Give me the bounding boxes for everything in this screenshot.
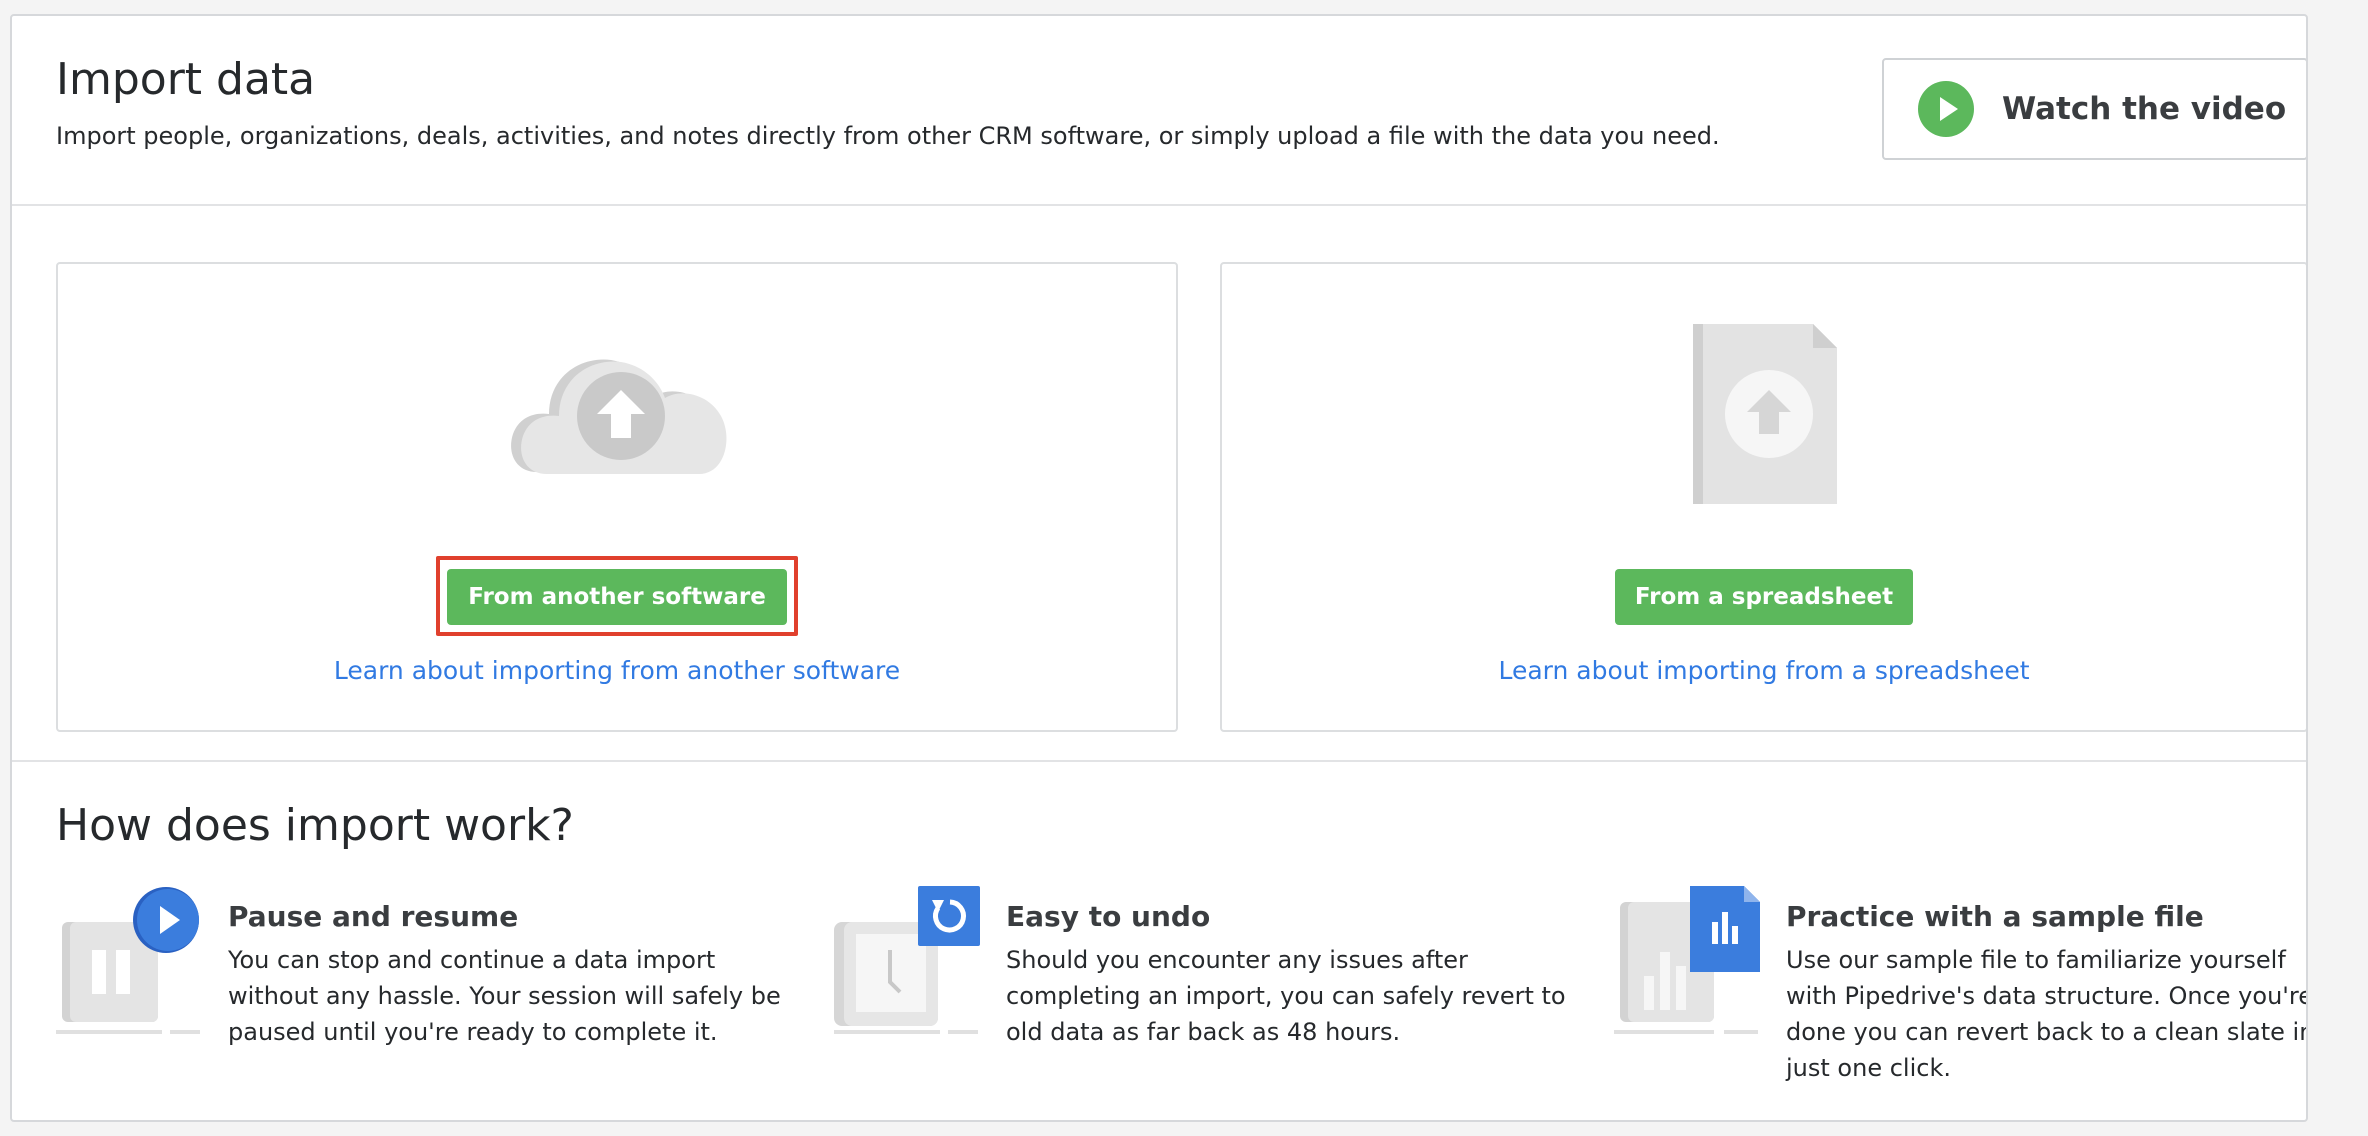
import-header: Import data Import people, organizations… <box>12 16 2306 206</box>
feature-title: Easy to undo <box>1006 900 1211 933</box>
learn-import-spreadsheet-link[interactable]: Learn about importing from a spreadsheet <box>1222 656 2306 685</box>
feature-title: Practice with a sample file <box>1786 900 2204 933</box>
watch-video-label: Watch the video <box>2002 91 2287 127</box>
how-import-works-title: How does import work? <box>56 800 574 851</box>
import-from-software-card: From another software Learn about import… <box>56 262 1178 732</box>
learn-import-software-link[interactable]: Learn about importing from another softw… <box>58 656 1176 685</box>
feature-title: Pause and resume <box>228 900 519 933</box>
from-another-software-button[interactable]: From another software <box>447 569 787 625</box>
pause-play-icon <box>56 887 200 1034</box>
feature-description: Use our sample file to familiarize yours… <box>1786 946 2308 1082</box>
watch-video-button[interactable]: Watch the video <box>1882 58 2306 160</box>
cloud-upload-icon <box>511 359 727 474</box>
feature-description: You can stop and continue a data import … <box>228 946 781 1046</box>
page-title: Import data <box>56 54 316 105</box>
page-subtitle: Import people, organizations, deals, act… <box>56 122 1720 150</box>
import-options: From another software Learn about import… <box>12 206 2306 762</box>
from-a-spreadsheet-button[interactable]: From a spreadsheet <box>1615 569 1913 625</box>
import-panel: Import data Import people, organizations… <box>10 14 2308 1122</box>
clock-undo-icon <box>834 886 980 1034</box>
import-from-spreadsheet-card: From a spreadsheet Learn about importing… <box>1220 262 2306 732</box>
file-upload-icon <box>1693 324 1837 504</box>
sample-file-chart-icon <box>1614 886 1760 1034</box>
feature-description: Should you encounter any issues after co… <box>1006 946 1566 1046</box>
play-circle-icon <box>1918 81 1974 137</box>
